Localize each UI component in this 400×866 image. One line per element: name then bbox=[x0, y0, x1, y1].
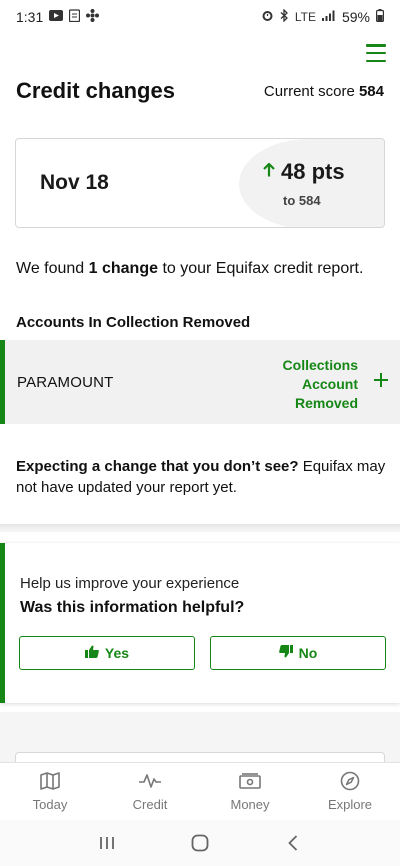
nav-label-money: Money bbox=[230, 797, 270, 812]
yes-button[interactable]: Yes bbox=[19, 636, 195, 670]
menu-bar-bottom bbox=[366, 59, 386, 62]
recent-apps-icon[interactable] bbox=[92, 828, 122, 858]
changes-found-text: We found 1 change to your Equifax credit… bbox=[16, 260, 363, 278]
current-score: Current score 584 bbox=[264, 83, 384, 100]
no-label: No bbox=[298, 645, 318, 661]
current-score-value: 584 bbox=[358, 83, 384, 100]
money-icon bbox=[239, 771, 261, 791]
nav-credit[interactable]: Credit bbox=[100, 763, 200, 820]
battery-icon bbox=[376, 9, 385, 25]
account-row-paramount[interactable]: PARAMOUNT Collections Account Removed bbox=[0, 340, 400, 424]
nav-label-today: Today bbox=[32, 797, 68, 812]
alarm-icon bbox=[261, 9, 274, 25]
points-row: 48 pts bbox=[263, 159, 345, 185]
yes-label: Yes bbox=[104, 645, 130, 661]
compass-icon bbox=[339, 771, 361, 791]
current-score-label: Current score bbox=[263, 83, 355, 100]
system-nav-bar bbox=[0, 820, 400, 866]
score-change-pill: 48 pts to 584 bbox=[239, 139, 384, 227]
found-prefix: We found bbox=[16, 260, 89, 277]
nav-today[interactable]: Today bbox=[0, 763, 100, 820]
thumbs-up-icon bbox=[84, 645, 99, 661]
expecting-bold: Expecting a change that you don’t see? bbox=[16, 458, 299, 475]
home-icon[interactable] bbox=[185, 828, 215, 858]
expand-plus-icon[interactable] bbox=[374, 371, 388, 392]
nav-label-explore: Explore bbox=[327, 797, 373, 812]
nav-label-credit: Credit bbox=[132, 797, 168, 812]
network-label: LTE bbox=[294, 10, 316, 24]
score-change-card: Nov 18 48 pts to 584 bbox=[15, 138, 385, 228]
to-score: to 584 bbox=[283, 193, 321, 208]
bluetooth-icon bbox=[280, 8, 289, 25]
feedback-prompt: Help us improve your experience bbox=[20, 575, 240, 592]
clipboard-icon bbox=[69, 9, 81, 25]
pulse-icon bbox=[139, 771, 161, 791]
status-left: 1:31 bbox=[16, 9, 100, 25]
bottom-nav: Today Credit Money Explore bbox=[0, 762, 400, 820]
points-change: 48 pts bbox=[281, 159, 345, 184]
status-time: 1:31 bbox=[16, 9, 44, 25]
pinwheel-icon bbox=[86, 9, 100, 25]
found-count: 1 change bbox=[88, 260, 158, 277]
status-right: LTE 59% bbox=[261, 8, 385, 25]
feedback-question: Was this information helpful? bbox=[20, 599, 245, 616]
back-icon[interactable] bbox=[278, 828, 308, 858]
map-icon bbox=[39, 771, 61, 791]
account-name: PARAMOUNT bbox=[17, 374, 114, 391]
change-date: Nov 18 bbox=[40, 171, 109, 194]
no-button[interactable]: No bbox=[210, 636, 386, 670]
expecting-change-note: Expecting a change that you don’t see? E… bbox=[16, 456, 386, 498]
page-title: Credit changes bbox=[16, 78, 175, 103]
arrow-up-icon bbox=[263, 161, 275, 182]
battery-text: 59% bbox=[341, 9, 370, 25]
found-suffix: to your Equifax credit report. bbox=[158, 260, 364, 277]
hamburger-menu-icon[interactable] bbox=[366, 44, 386, 62]
nav-money[interactable]: Money bbox=[200, 763, 300, 820]
status-bar: 1:31 LTE 59% bbox=[0, 0, 400, 34]
nav-explore[interactable]: Explore bbox=[300, 763, 400, 820]
youtube-icon bbox=[49, 10, 64, 24]
section-heading: Accounts In Collection Removed bbox=[16, 314, 251, 331]
menu-bar-middle bbox=[366, 51, 386, 55]
thumbs-down-icon bbox=[278, 645, 293, 661]
section-divider bbox=[0, 524, 400, 532]
menu-bar-top bbox=[366, 44, 386, 47]
account-status: Collections Account Removed bbox=[282, 357, 358, 411]
feedback-card: Help us improve your experience Was this… bbox=[0, 543, 400, 703]
signal-icon bbox=[321, 10, 336, 24]
